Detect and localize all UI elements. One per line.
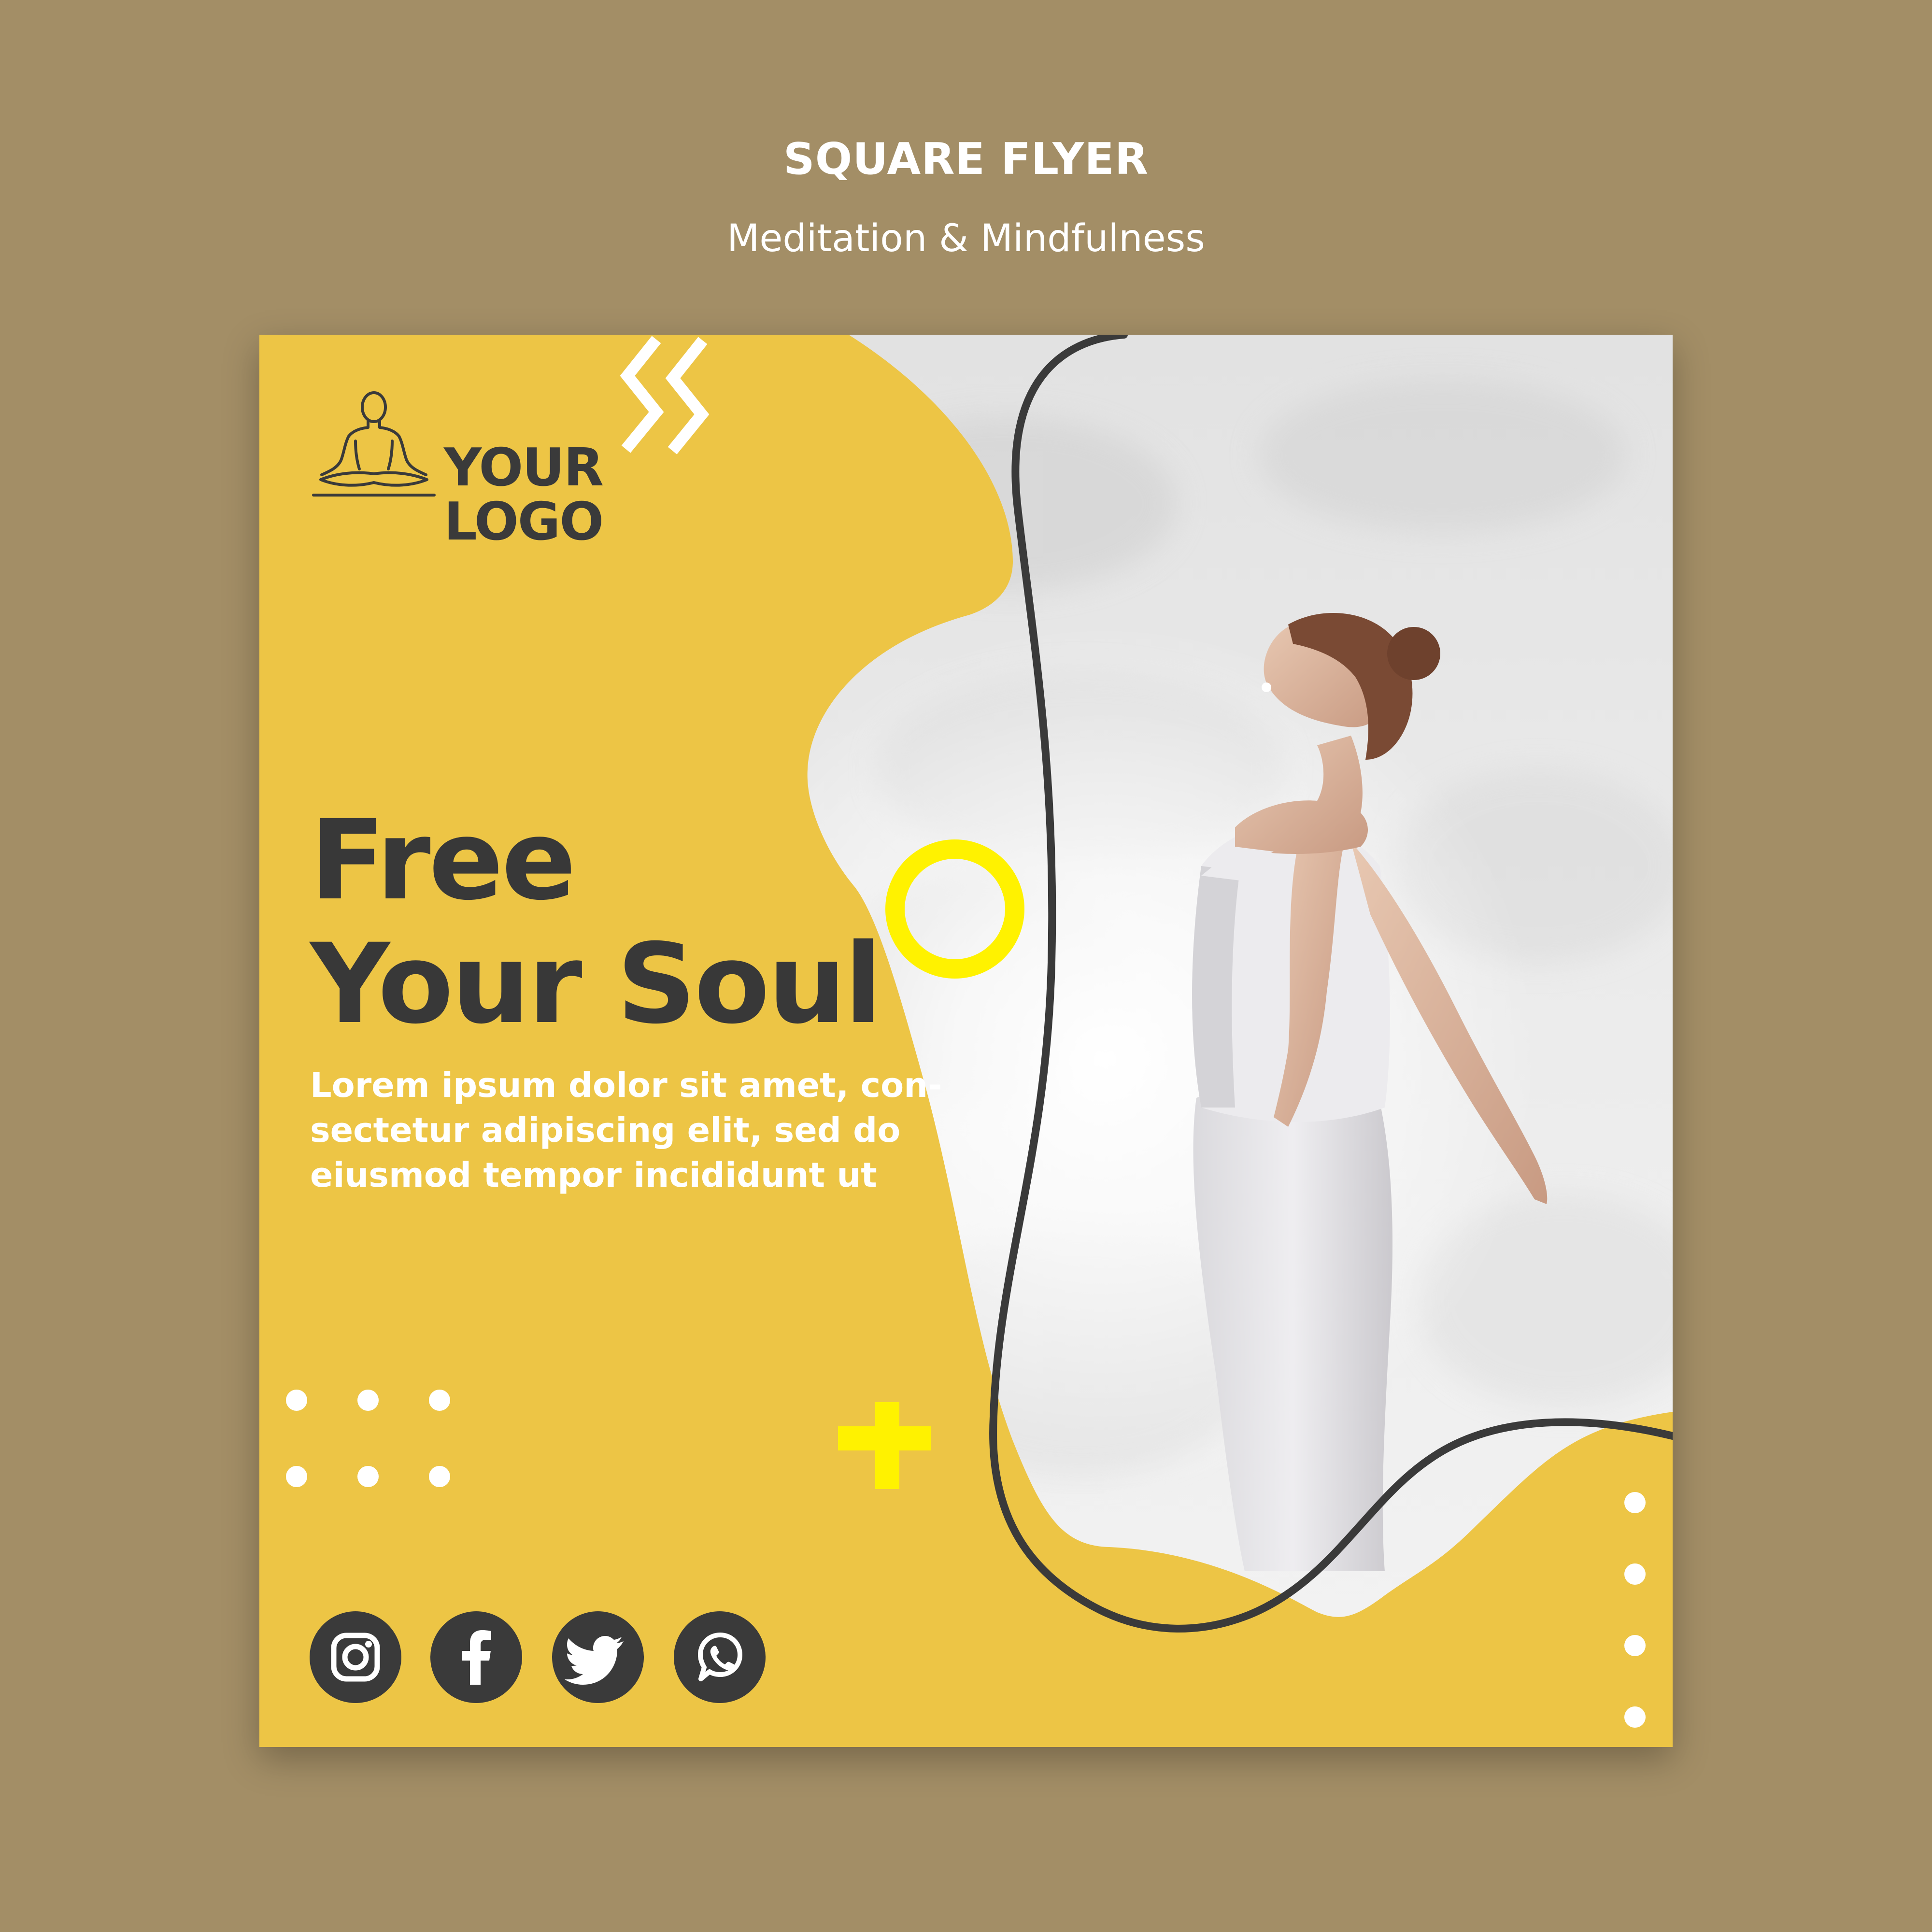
brand-logo: YOUR LOGO	[311, 388, 620, 549]
decorative-dot	[357, 1390, 379, 1411]
decorative-dot	[286, 1390, 307, 1411]
headline: Free Your Soul	[310, 796, 882, 1048]
decorative-dot	[429, 1466, 450, 1487]
facebook-icon	[462, 1630, 491, 1685]
zigzag-decoration	[620, 336, 710, 455]
header-title: SQUARE FLYER	[783, 134, 1149, 185]
logo-text-line-2: LOGO	[444, 492, 604, 552]
decorative-dot	[1624, 1563, 1646, 1585]
whatsapp-button[interactable]	[674, 1611, 766, 1703]
decorative-dot	[1624, 1706, 1646, 1728]
body-text: Lorem ipsum dolor sit amet, con- sectetu…	[310, 1063, 986, 1198]
decorative-dot	[286, 1466, 307, 1487]
woman-meditating-outdoors-photo	[807, 335, 1673, 1617]
header-subtitle: Meditation & Mindfulness	[727, 217, 1205, 260]
headline-line-2: Your Soul	[310, 920, 882, 1048]
headline-line-1: Free	[310, 796, 576, 924]
body-text-line-3: eiusmod tempor incididunt ut	[310, 1155, 877, 1195]
logo-text: YOUR LOGO	[444, 438, 604, 552]
twitter-icon	[565, 1636, 624, 1685]
square-flyer: YOUR LOGO Free Your Soul Lorem ipsum dol…	[259, 335, 1673, 1747]
body-text-line-2: sectetur adipiscing elit, sed do	[310, 1110, 901, 1150]
meditation-figure-icon	[312, 391, 436, 497]
decorative-dot	[429, 1390, 450, 1411]
decorative-dot	[1624, 1492, 1646, 1513]
facebook-button[interactable]	[430, 1611, 522, 1703]
instagram-icon	[331, 1633, 380, 1682]
plus-decoration	[838, 1402, 931, 1489]
body-text-line-1: Lorem ipsum dolor sit amet, con-	[310, 1065, 942, 1105]
instagram-button[interactable]	[310, 1611, 401, 1703]
twitter-button[interactable]	[552, 1611, 644, 1703]
logo-text-line-1: YOUR	[444, 438, 604, 498]
whatsapp-icon	[698, 1633, 742, 1681]
decorative-dot	[1624, 1635, 1646, 1656]
decorative-dot	[357, 1466, 379, 1487]
